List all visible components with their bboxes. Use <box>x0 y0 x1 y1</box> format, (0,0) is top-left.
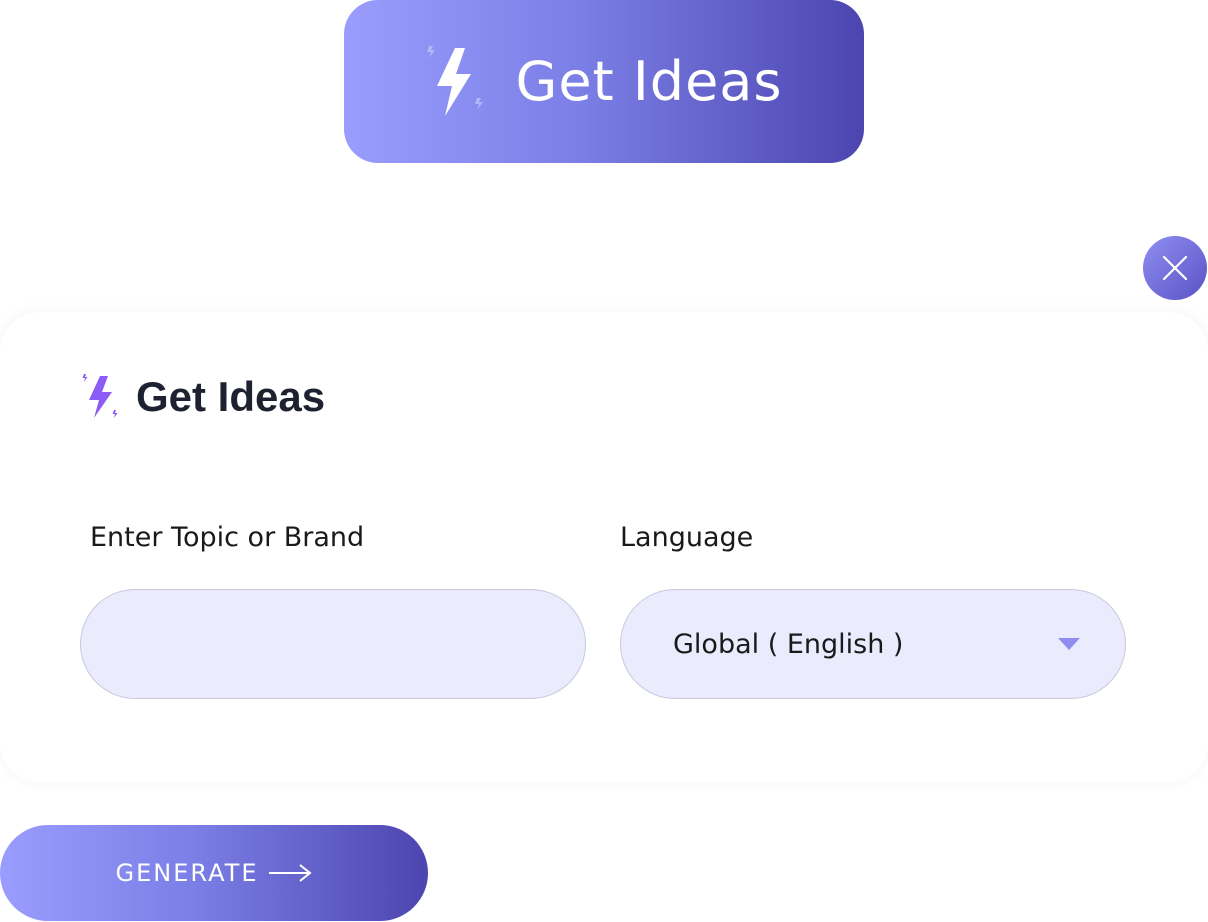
topic-input[interactable] <box>81 590 585 698</box>
close-icon <box>1162 255 1188 281</box>
generate-button[interactable]: GENERATE <box>0 825 428 921</box>
arrow-right-icon <box>269 864 313 882</box>
close-button[interactable] <box>1143 236 1207 300</box>
get-ideas-button-label: Get Ideas <box>515 50 783 113</box>
language-field-label: Language <box>620 522 754 553</box>
lightning-sparkle-icon <box>80 372 120 422</box>
caret-down-icon <box>1058 638 1080 650</box>
language-selected-value: Global ( English ) <box>673 628 904 660</box>
get-ideas-panel: Get Ideas Enter Topic or Brand Language … <box>0 312 1208 782</box>
lightning-sparkle-icon <box>425 42 485 122</box>
get-ideas-button[interactable]: Get Ideas <box>344 0 864 163</box>
topic-field-label: Enter Topic or Brand <box>90 522 365 553</box>
language-select[interactable]: Global ( English ) <box>620 589 1126 699</box>
topic-input-wrapper <box>80 589 586 699</box>
panel-heading: Get Ideas <box>80 372 325 422</box>
panel-title: Get Ideas <box>136 373 326 420</box>
generate-button-label: GENERATE <box>115 859 259 887</box>
